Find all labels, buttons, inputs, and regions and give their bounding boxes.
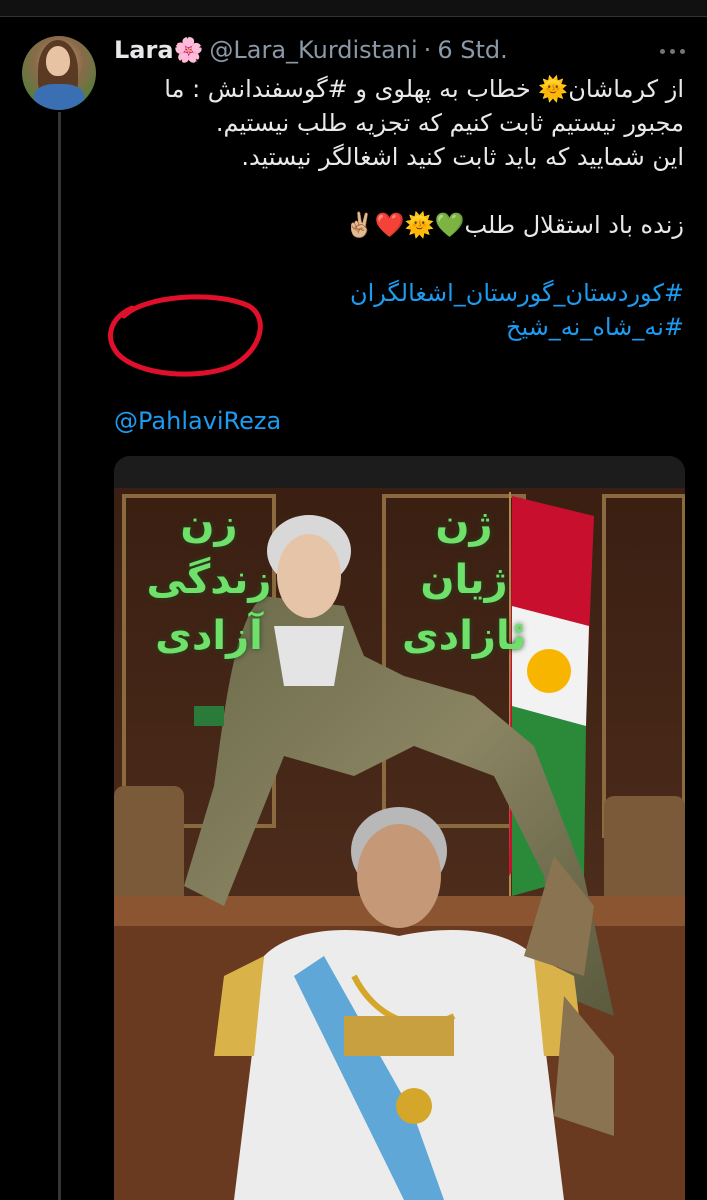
- timestamp[interactable]: 6 Std.: [437, 36, 507, 64]
- overlay-line: ژن: [435, 501, 493, 547]
- red-annotation-circle: [108, 294, 263, 377]
- tweet-header: Lara🌸 @Lara_Kurdistani · 6 Std.: [114, 32, 508, 68]
- thread-line: [58, 112, 61, 1200]
- tweet-line: مجبور نیستیم ثابت کنیم که تجزیه طلب نیست…: [215, 109, 684, 137]
- author-handle[interactable]: @Lara_Kurdistani: [209, 36, 417, 64]
- overlay-line: ئازادی: [402, 613, 526, 659]
- overlay-right-text: ژن ژیان ئازادی: [394, 496, 534, 664]
- overlay-line: زن: [180, 501, 238, 547]
- overlay-left-text: زن زندگی آزادی: [144, 496, 274, 664]
- more-icon[interactable]: [650, 40, 694, 62]
- top-strip: [0, 0, 707, 17]
- avatar-shirt: [34, 84, 84, 110]
- tweet-line: از کرماشان🌞 خطاب به پهلوی و #گوسفندانش :…: [164, 75, 684, 103]
- avatar-face: [46, 46, 70, 76]
- overlay-line: ژیان: [420, 557, 508, 603]
- tweet-media[interactable]: زن زندگی آزادی ژن ژیان ئازادی: [114, 456, 685, 1200]
- mention-link[interactable]: @PahlaviReza: [114, 404, 281, 438]
- tweet-slogan: زنده باد استقلال طلب💚🌞❤️✌🏼: [344, 211, 684, 239]
- author-name[interactable]: Lara🌸: [114, 36, 203, 64]
- avatar[interactable]: [22, 36, 96, 110]
- separator: ·: [423, 36, 432, 64]
- tweet-line: این شمایید که باید ثابت کنید اشغالگر نیس…: [241, 143, 684, 171]
- overlay-line: آزادی: [155, 613, 263, 659]
- overlay-line: زندگی: [146, 557, 272, 603]
